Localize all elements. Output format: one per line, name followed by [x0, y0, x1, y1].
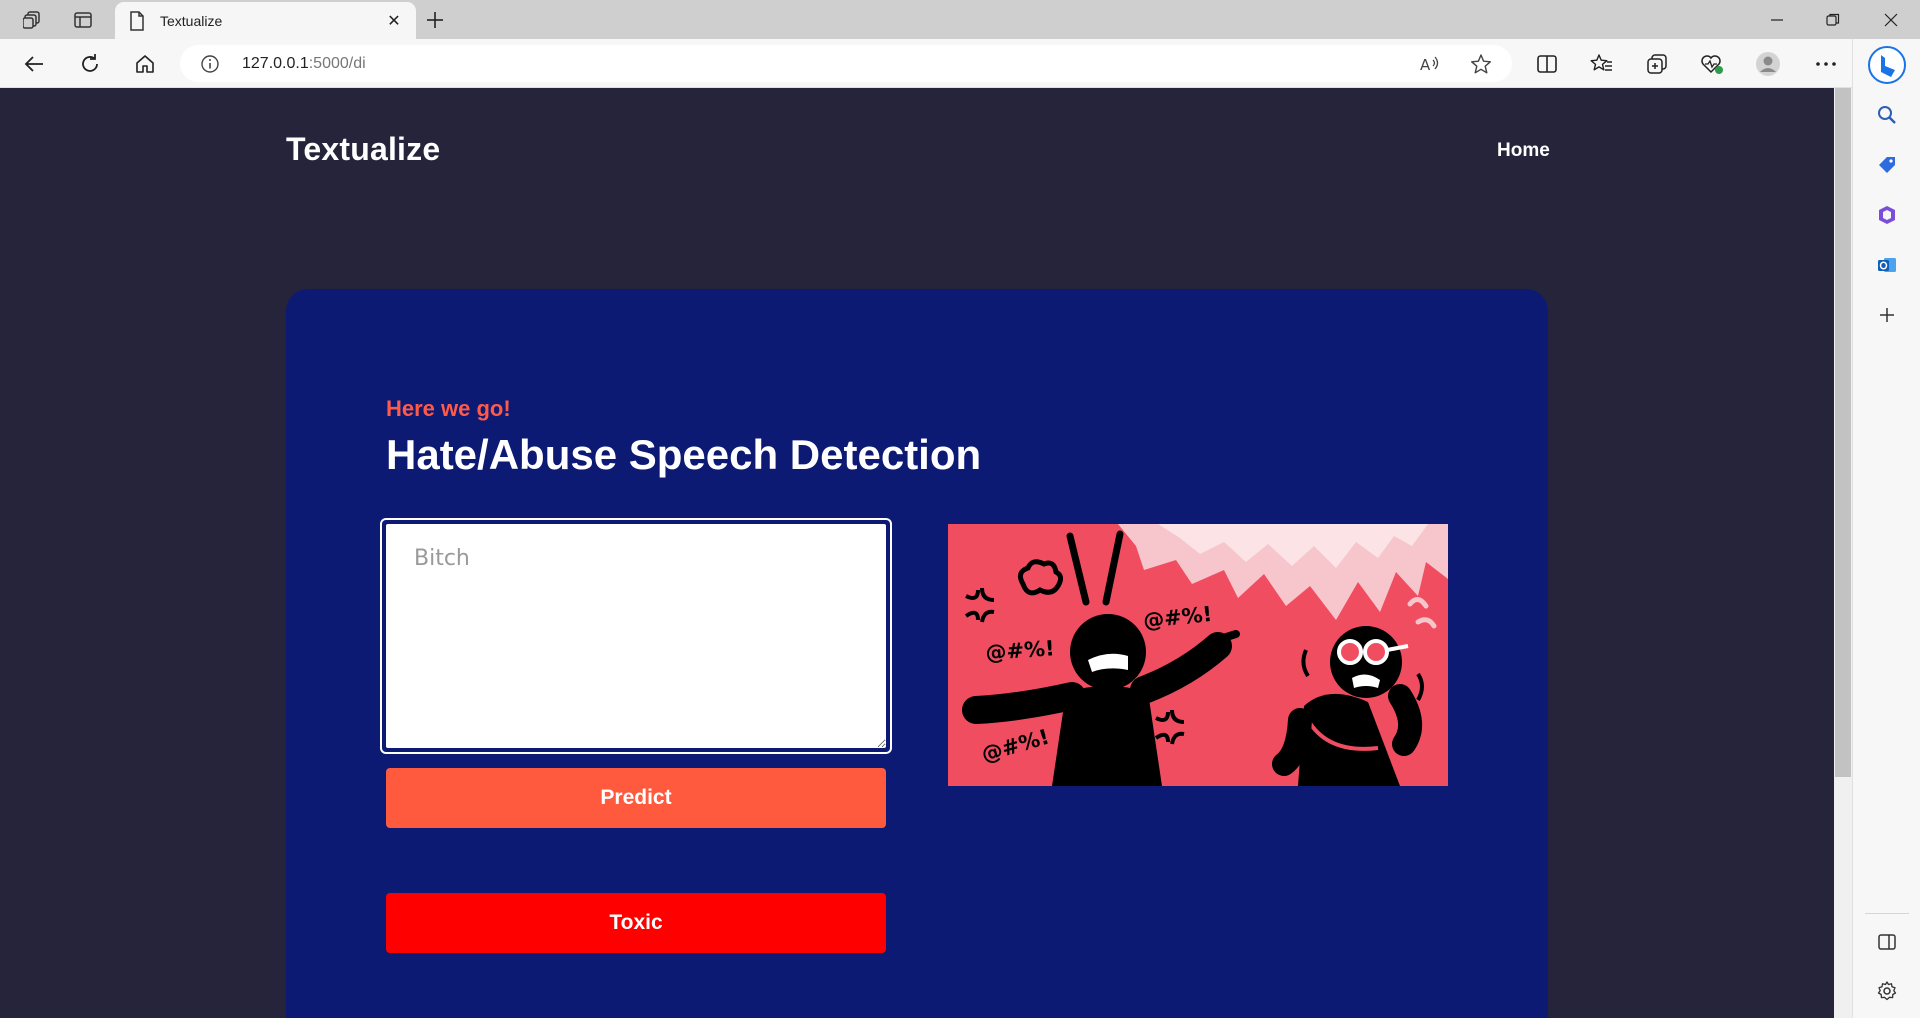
- favorite-star-icon[interactable]: [1470, 53, 1492, 75]
- edge-sidebar: [1852, 39, 1920, 1018]
- url-field[interactable]: 127.0.0.1:5000/di A: [180, 45, 1512, 82]
- sidebar-divider: [1865, 913, 1909, 914]
- copilot-icon[interactable]: [1865, 43, 1909, 87]
- predict-button[interactable]: Predict: [386, 768, 886, 828]
- outlook-icon[interactable]: [1873, 251, 1901, 279]
- tab-textualize[interactable]: Textualize ✕: [115, 2, 416, 39]
- refresh-icon[interactable]: [77, 51, 103, 77]
- search-icon[interactable]: [1873, 101, 1901, 129]
- minimize-icon[interactable]: [1762, 8, 1792, 32]
- collections-icon[interactable]: [1644, 51, 1670, 77]
- page-icon: [129, 11, 145, 36]
- scrollbar-thumb[interactable]: [1835, 88, 1851, 777]
- shopping-tag-icon[interactable]: [1873, 151, 1901, 179]
- eyebrow-text: Here we go!: [386, 396, 511, 421]
- page-scrollbar[interactable]: [1834, 88, 1852, 1018]
- close-window-icon[interactable]: [1876, 8, 1906, 32]
- gear-icon[interactable]: [1873, 977, 1901, 1005]
- home-icon[interactable]: [132, 51, 158, 77]
- detection-card: Here we go! Hate/Abuse Speech Detection …: [286, 289, 1548, 1018]
- favorites-icon[interactable]: [1589, 51, 1615, 77]
- split-screen-icon[interactable]: [1534, 51, 1560, 77]
- add-sidebar-app-icon[interactable]: [1873, 301, 1901, 329]
- read-aloud-icon[interactable]: A: [1419, 53, 1441, 75]
- browser-essentials-icon[interactable]: [1699, 51, 1725, 77]
- tab-actions-icon[interactable]: [72, 9, 94, 31]
- back-icon[interactable]: [21, 51, 47, 77]
- url-path: :5000/di: [308, 55, 366, 72]
- svg-text:A: A: [1420, 56, 1431, 74]
- restore-icon[interactable]: [1818, 8, 1848, 32]
- close-tab-icon[interactable]: ✕: [383, 10, 405, 32]
- nav-home-link[interactable]: Home: [1497, 140, 1550, 162]
- angry-people-illustration: @#%! @#%! @#%!: [948, 524, 1448, 786]
- tab-bar: Textualize ✕: [0, 0, 1920, 39]
- hide-sidebar-icon[interactable]: [1873, 928, 1901, 956]
- text-input[interactable]: Bitch: [386, 524, 886, 748]
- result-badge: Toxic: [386, 893, 886, 953]
- site-info-icon[interactable]: [200, 54, 220, 79]
- new-tab-icon[interactable]: [420, 7, 450, 33]
- microsoft-365-icon[interactable]: [1873, 201, 1901, 229]
- url-host: 127.0.0.1: [242, 55, 309, 72]
- page-title: Hate/Abuse Speech Detection: [386, 431, 982, 478]
- web-page: Textualize Home Here we go! Hate/Abuse S…: [0, 88, 1834, 1018]
- site-brand[interactable]: Textualize: [286, 131, 440, 168]
- more-options-icon[interactable]: [1813, 51, 1839, 77]
- text-input-frame: Bitch: [380, 518, 892, 754]
- workspaces-icon[interactable]: [21, 9, 43, 31]
- url-text: 127.0.0.1:5000/di: [242, 55, 366, 73]
- tab-title: Textualize: [160, 13, 223, 29]
- profile-avatar[interactable]: [1755, 51, 1781, 77]
- curse-text: @#%!: [985, 636, 1056, 665]
- address-bar: 127.0.0.1:5000/di A: [0, 39, 1920, 88]
